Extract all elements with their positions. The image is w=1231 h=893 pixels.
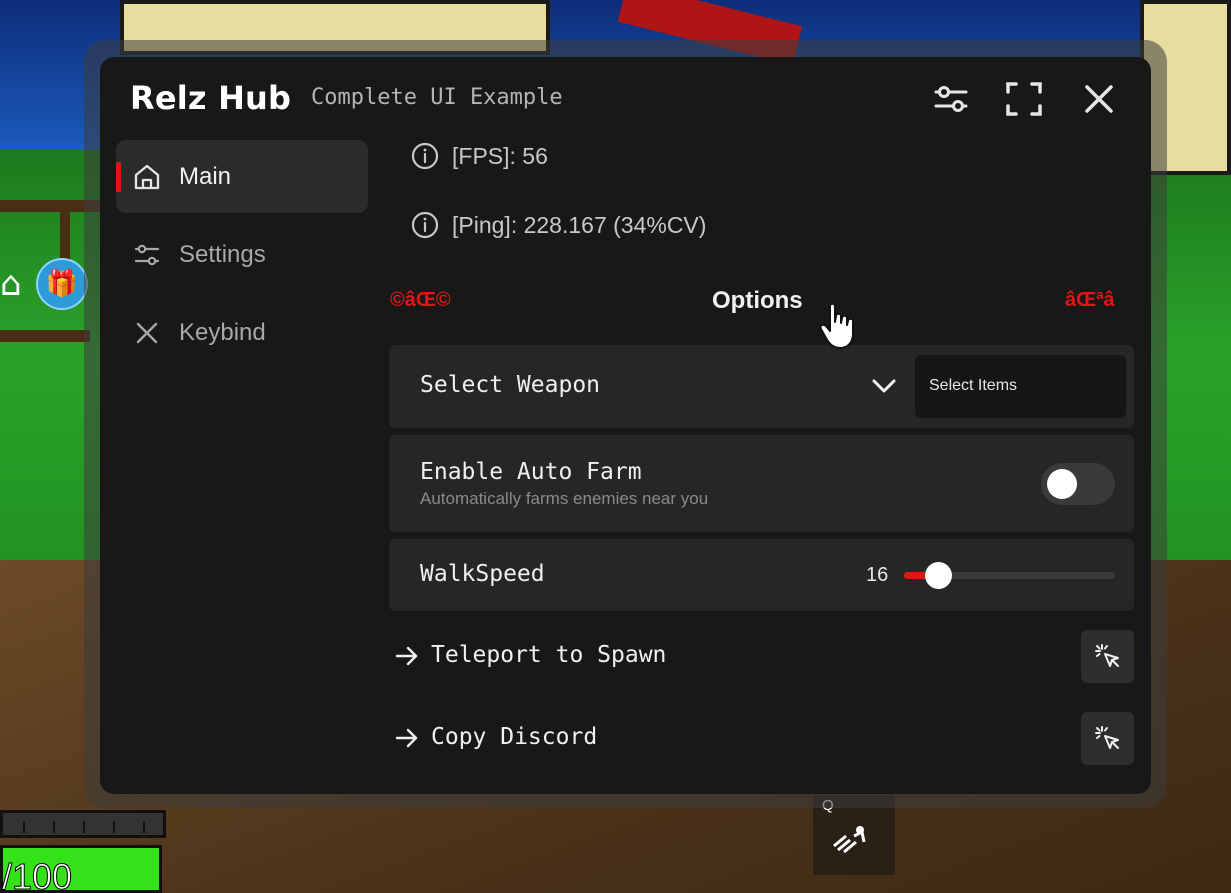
hp-tick [143,821,145,833]
fullscreen-icon[interactable] [1004,79,1044,119]
section-header: ©âŒ© Options âŒªâ [390,285,1135,317]
hp-frame [0,810,166,838]
dash-skill-icon [830,818,870,866]
x-icon [132,318,162,348]
home-icon [132,162,162,192]
select-value: Select Items [929,377,1018,394]
button-label: Copy Discord [431,724,598,750]
ping-text: [Ping]: 228.167 (34%CV) [452,212,707,238]
slider-value: 16 [866,564,889,586]
info-icon [410,141,440,171]
auto-farm-toggle-card: Enable Auto Farm Automatically farms ene… [389,435,1134,532]
click-icon[interactable] [1081,712,1134,765]
home-arrow-icon[interactable]: ⌂ [0,264,22,304]
chevron-down-icon[interactable] [869,371,899,401]
walkspeed-slider-card: WalkSpeed 16 [389,539,1134,611]
dropdown-label: Select Weapon [420,372,601,398]
hand-cursor-icon [818,302,858,352]
sidebar-item-settings[interactable]: Settings [116,218,368,291]
fence [0,330,90,342]
arrow-right-icon [393,642,421,670]
hp-tick [23,821,25,833]
active-indicator [116,162,121,192]
section-decoration-left: ©âŒ© [390,289,451,311]
toggle-description: Automatically farms enemies near you [420,489,709,508]
close-icon[interactable] [1079,79,1119,119]
select-items-box[interactable]: Select Items [915,355,1126,418]
walkspeed-slider[interactable] [904,562,1115,589]
info-icon [410,210,440,240]
window-subtitle: Complete UI Example [311,85,563,110]
weapon-dropdown[interactable]: Select Weapon Select Items [389,345,1134,428]
gift-icon[interactable]: 🎁 [36,258,88,310]
sliders-icon [132,240,162,270]
window-title: Relz Hub [130,79,292,117]
copy-discord-button[interactable]: Copy Discord [390,712,1135,766]
auto-farm-toggle[interactable] [1041,463,1115,505]
sidebar-item-main[interactable]: Main [116,140,368,213]
sidebar-item-keybind[interactable]: Keybind [116,296,368,369]
hub-window: Relz Hub Complete UI Example Main Settin… [100,57,1151,794]
hp-tick [83,821,85,833]
section-title: Options [712,287,803,314]
slider-thumb[interactable] [924,562,952,589]
toggle-label: Enable Auto Farm [420,459,642,485]
sliders-icon[interactable] [931,79,971,119]
hp-tick [53,821,55,833]
teleport-to-spawn-button[interactable]: Teleport to Spawn [390,630,1135,684]
toggle-knob [1047,469,1077,499]
click-icon[interactable] [1081,630,1134,683]
section-decoration-right: âŒªâ [1065,289,1115,311]
slider-label: WalkSpeed [420,561,545,587]
sidebar-item-label: Settings [179,241,266,268]
button-label: Teleport to Spawn [431,642,667,668]
sidebar-item-label: Keybind [179,319,266,346]
arrow-right-icon [393,724,421,752]
hp-tick [113,821,115,833]
fence [60,200,70,260]
sidebar-item-label: Main [179,163,232,190]
fps-text: [FPS]: 56 [452,143,548,169]
health-text: /100 [1,856,73,893]
